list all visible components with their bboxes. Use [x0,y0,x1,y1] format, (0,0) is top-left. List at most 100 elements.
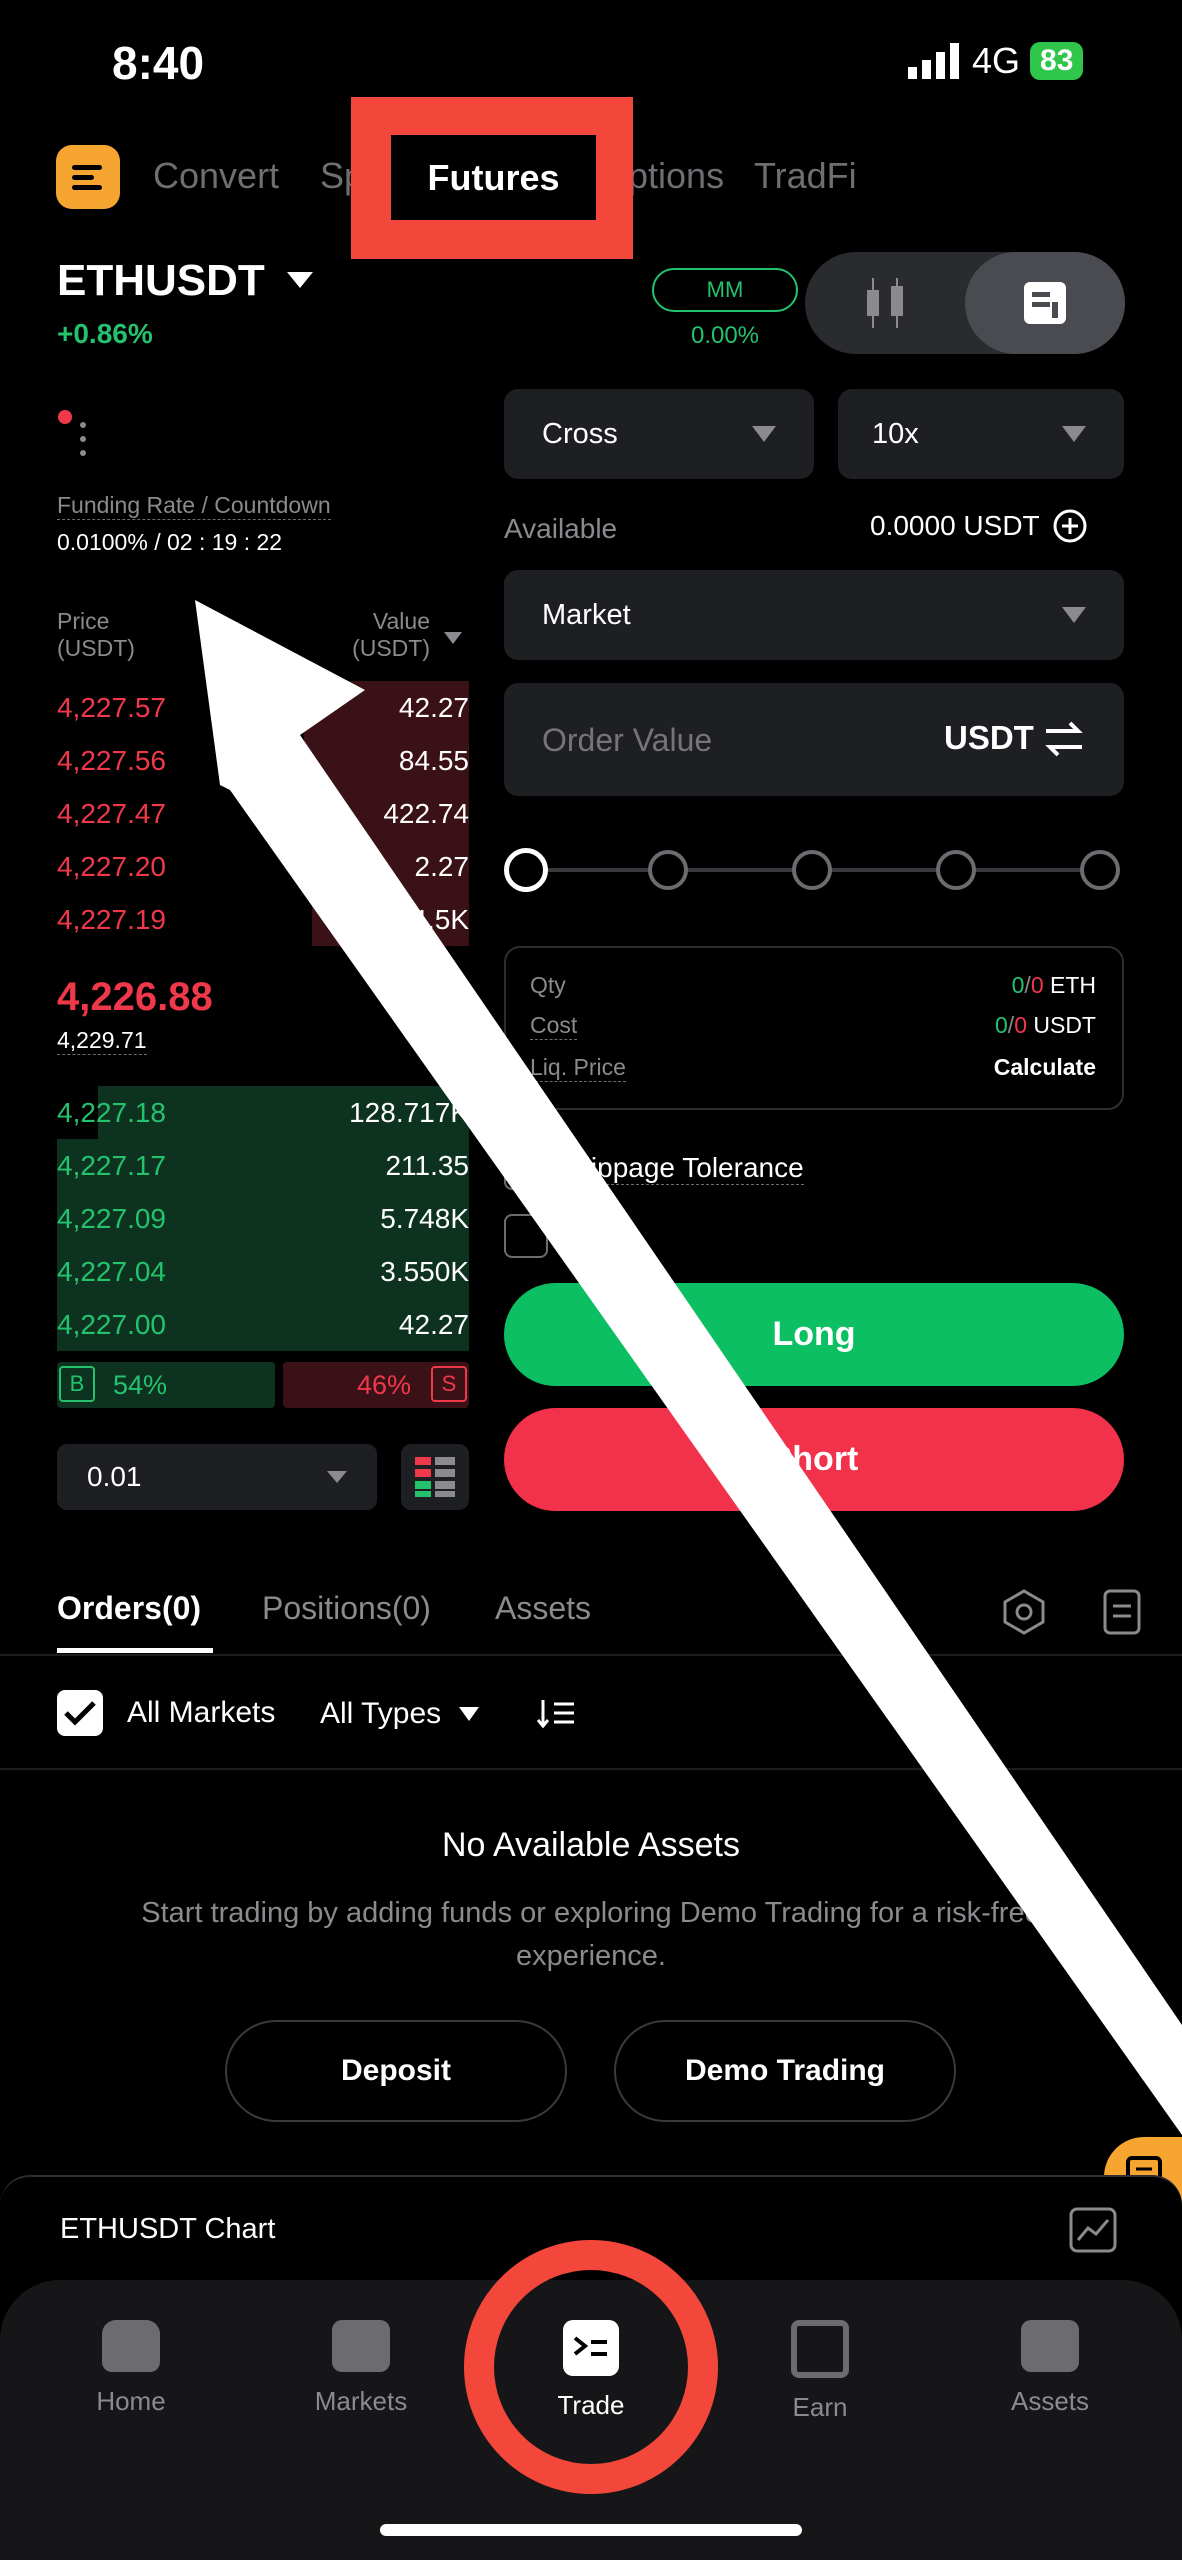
slider-stop-50[interactable] [792,850,832,890]
funding-label[interactable]: Funding Rate / Countdown [57,492,331,520]
value-header[interactable]: Value (USDT) [330,608,430,662]
bid-price: 4,227.09 [57,1202,166,1234]
add-funds-icon[interactable] [1052,508,1088,544]
candlestick-icon [867,278,903,328]
bid-price: 4,227.17 [57,1149,166,1181]
candlestick-view-button[interactable] [805,252,965,354]
calculate-link[interactable]: Calculate [994,1054,1096,1081]
orderbook-view-button[interactable] [965,252,1125,354]
tpsl-option[interactable]: TP/SL [504,1214,644,1258]
bid-value: 42.27 [398,1308,469,1340]
all-markets-label: All Markets [127,1696,276,1729]
home-icon [102,2320,160,2372]
bid-row[interactable]: 4,227.18 128.717K [57,1086,469,1139]
margin-mode-select[interactable]: Cross [504,389,814,479]
nav-markets[interactable]: Markets [281,2320,441,2417]
available-label: Available [504,513,618,544]
nav-trade[interactable]: Trade [511,2320,671,2421]
ask-row[interactable]: 4,227.47 422.74 [57,787,469,840]
trade-icon [563,2320,619,2376]
order-type-select[interactable]: Market [504,570,1124,660]
caret-down-icon [1062,607,1086,623]
tab-orders[interactable]: Orders(0) [57,1590,201,1627]
tab-convert[interactable]: Convert [153,155,279,197]
order-value-unit[interactable]: USDT [944,719,1034,757]
slider-stop-0[interactable] [504,848,548,892]
ask-value: 422.74 [383,797,469,829]
buy-sell-ratio: B 54% 46% S [57,1362,469,1408]
all-markets-filter[interactable]: All Markets [57,1690,275,1736]
bid-row[interactable]: 4,227.04 3.550K [57,1245,469,1298]
bid-value: 128.717K [349,1096,469,1128]
tpsl-label: TP/SL [566,1220,644,1251]
mm-badge[interactable]: MM [652,268,798,312]
arrow-right-icon[interactable] [432,1004,458,1028]
empty-title: No Available Assets [442,1826,740,1864]
caret-down-icon [752,426,776,442]
tab-futures[interactable]: Futures [391,135,596,220]
long-button[interactable]: Long [504,1283,1124,1386]
book-layout-button[interactable] [401,1444,469,1510]
ask-row[interactable]: 4,227.56 84.55 [57,734,469,787]
all-types-filter[interactable]: All Types [320,1697,480,1731]
demo-trading-button[interactable]: Demo Trading [614,2020,956,2122]
slippage-checkbox[interactable] [504,1146,548,1190]
menu-icon[interactable] [56,145,120,209]
ask-row[interactable]: 4,227.19 44.5K [57,893,469,946]
slider-stop-100[interactable] [1080,850,1120,890]
all-markets-checkbox[interactable] [57,1690,103,1736]
bid-value: 211.35 [385,1149,469,1181]
swap-icon[interactable] [1042,719,1086,759]
tab-assets[interactable]: Assets [495,1590,591,1627]
status-time: 8:40 [112,37,205,89]
price-header: Price (USDT) [57,608,135,661]
nav-home[interactable]: Home [51,2320,211,2417]
nav-earn-label: Earn [792,2392,848,2422]
slider-stop-25[interactable] [648,850,688,890]
tpsl-checkbox[interactable] [504,1214,548,1258]
slippage-label: Slippage Tolerance [566,1151,804,1185]
slippage-option[interactable]: Slippage Tolerance [504,1146,804,1190]
bid-price: 4,227.18 [57,1096,166,1128]
ask-row[interactable]: 4,227.57 42.27 [57,681,469,734]
chart-icon[interactable] [1068,2206,1118,2254]
precision-select[interactable]: 0.01 [57,1444,377,1510]
bid-row[interactable]: 4,227.09 5.748K [57,1192,469,1245]
order-history-icon[interactable] [1102,1588,1142,1636]
nav-earn[interactable]: Earn [740,2320,900,2423]
order-value-field[interactable]: USDT [504,683,1124,796]
mark-price[interactable]: 4,229.71 [57,1027,147,1055]
buy-badge: B [59,1366,95,1402]
margin-mode-value: Cross [542,417,618,450]
sort-icon[interactable] [536,1698,576,1730]
tab-tradfi[interactable]: TradFi [754,155,857,197]
ask-price: 4,227.19 [57,903,166,935]
precision-value: 0.01 [87,1461,142,1492]
bid-row[interactable]: 4,227.17 211.35 [57,1139,469,1192]
tabs-divider [0,1654,1182,1656]
order-value-input[interactable] [540,713,874,767]
liq-price-label: Liq. Price [530,1054,626,1082]
signal-icon [908,43,959,79]
checkmark-icon [64,1701,96,1726]
more-dots-icon[interactable] [58,408,88,458]
nav-assets[interactable]: Assets [970,2320,1130,2417]
short-button[interactable]: Short [504,1408,1124,1511]
ask-price: 4,227.56 [57,744,166,776]
symbol-selector[interactable]: ETHUSDT [57,256,313,306]
markets-icon [332,2320,390,2372]
tab-positions[interactable]: Positions(0) [262,1590,431,1627]
bid-row[interactable]: 4,227.00 42.27 [57,1298,469,1351]
document-icon [1024,282,1066,324]
nav-home-label: Home [96,2386,166,2416]
value-sort-caret-icon[interactable] [444,632,462,644]
order-type-value: Market [542,598,631,631]
slider-stop-75[interactable] [936,850,976,890]
deposit-button[interactable]: Deposit [225,2020,567,2122]
ask-row[interactable]: 4,227.20 2.27 [57,840,469,893]
caret-down-icon [286,272,313,288]
empty-text: Start trading by adding funds or explori… [141,1897,1041,1972]
settings-hex-icon[interactable] [1000,1588,1048,1636]
caret-down-icon [1062,426,1086,442]
leverage-select[interactable]: 10x [838,389,1124,479]
